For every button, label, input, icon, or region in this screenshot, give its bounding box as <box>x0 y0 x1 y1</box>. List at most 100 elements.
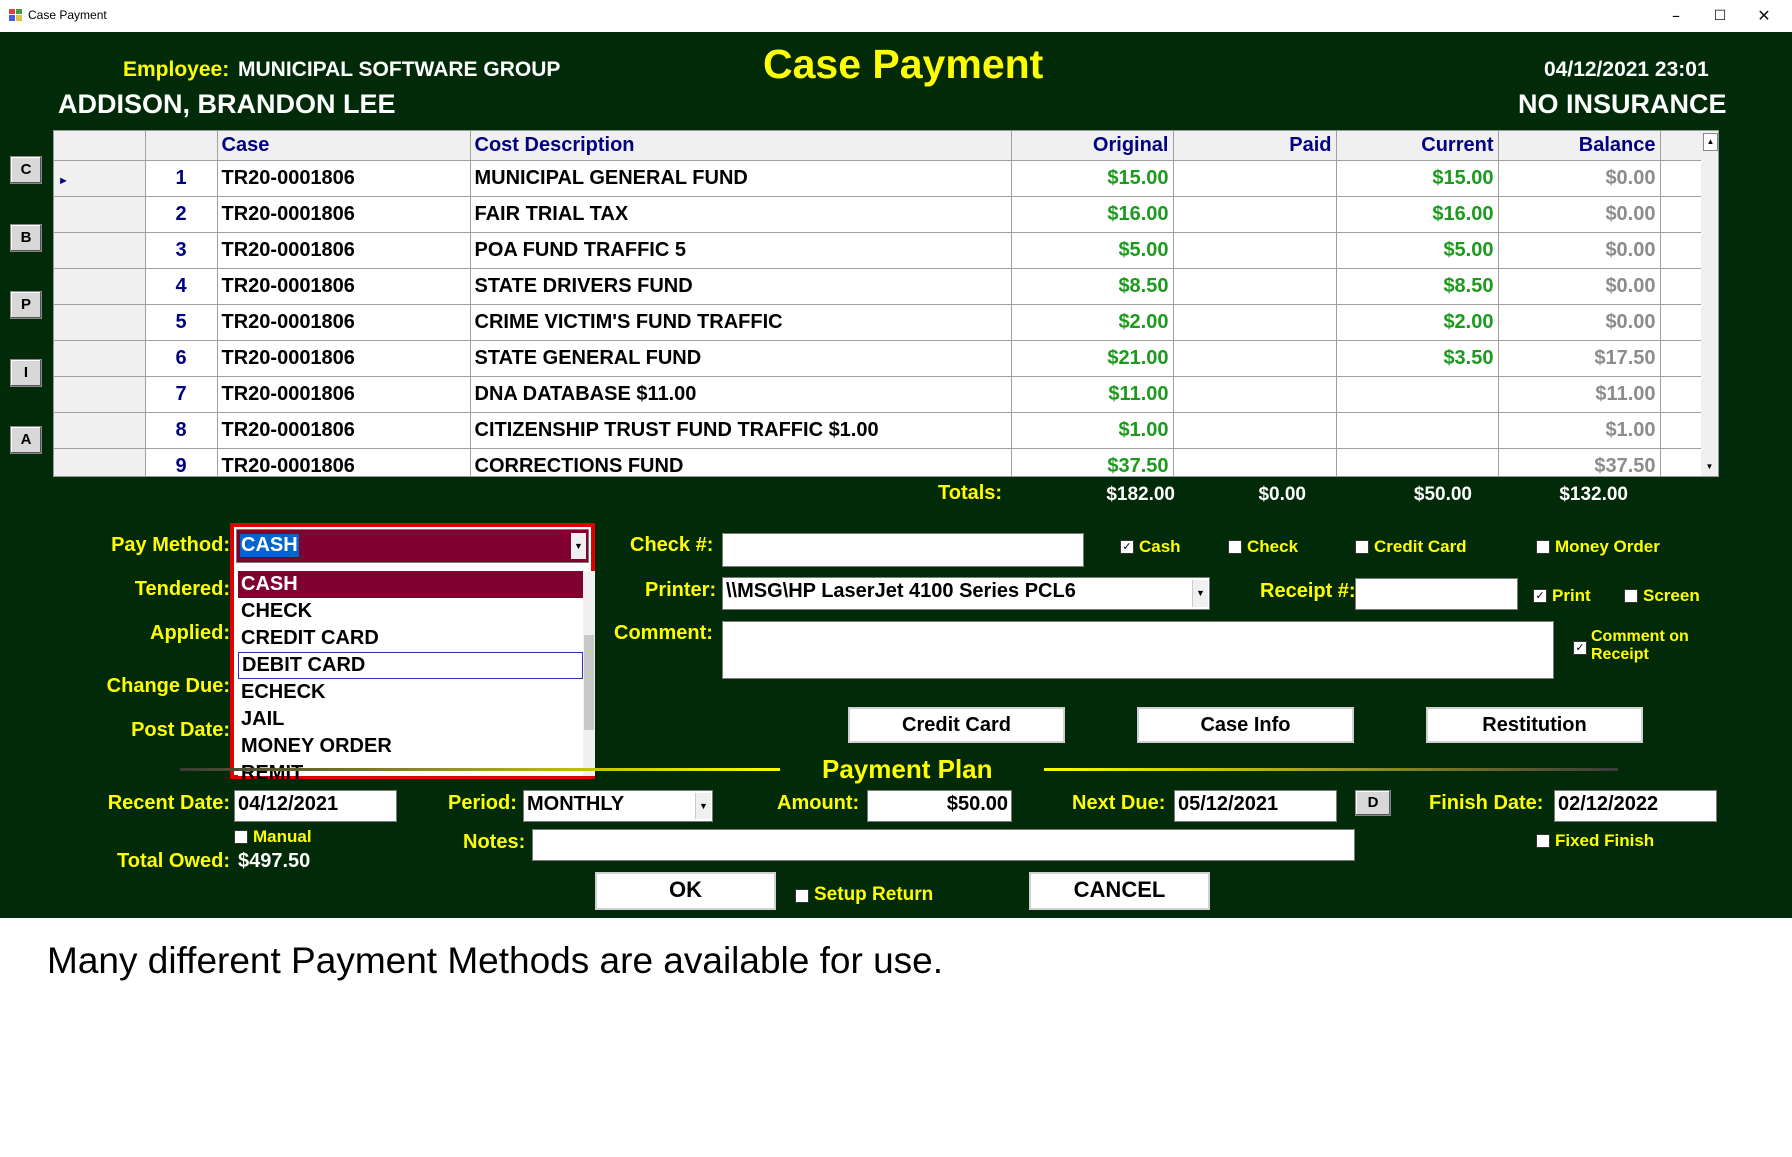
table-row[interactable]: 7 TR20-0001806 DNA DATABASE $11.00 $11.0… <box>54 376 1707 413</box>
col-header-description[interactable]: Cost Description <box>470 131 1012 161</box>
table-row[interactable]: 8 TR20-0001806 CITIZENSHIP TRUST FUND TR… <box>54 412 1707 449</box>
chevron-down-icon[interactable]: ▼ <box>571 533 586 559</box>
close-icon[interactable]: ✕ <box>1742 3 1786 29</box>
balance-cell: $0.00 <box>1498 232 1661 269</box>
pay-method-dropdown[interactable]: CASH ▼ CASH CHECK CREDIT CARD DEBIT CARD… <box>230 523 595 784</box>
credit-card-checkbox[interactable] <box>1355 540 1369 554</box>
d-button[interactable]: D <box>1355 790 1391 816</box>
ok-button[interactable]: OK <box>595 872 776 910</box>
option-cash[interactable]: CASH <box>238 571 583 598</box>
recent-date-label: Recent Date: <box>107 792 230 814</box>
col-header-current[interactable]: Current <box>1336 131 1499 161</box>
scroll-down-icon[interactable]: ▼ <box>1703 460 1716 474</box>
row-selector[interactable] <box>54 268 146 305</box>
scroll-up-icon[interactable]: ▲ <box>1703 133 1718 151</box>
notes-input[interactable] <box>532 829 1355 861</box>
cancel-button[interactable]: CANCEL <box>1029 872 1210 910</box>
paid-cell[interactable] <box>1173 412 1337 449</box>
row-selector[interactable] <box>54 412 146 449</box>
case-info-button[interactable]: Case Info <box>1137 707 1354 743</box>
row-number: 9 <box>145 448 218 476</box>
row-selector[interactable] <box>54 448 146 476</box>
person-name: ADDISON, BRANDON LEE <box>58 89 396 119</box>
col-header-original[interactable]: Original <box>1011 131 1174 161</box>
printer-select[interactable]: \\MSG\HP LaserJet 4100 Series PCL6 ▼ <box>722 577 1210 610</box>
print-checkbox[interactable]: ✓ <box>1533 589 1547 603</box>
money-order-checkbox[interactable] <box>1536 540 1550 554</box>
paid-cell[interactable] <box>1173 340 1337 377</box>
paid-cell[interactable] <box>1173 304 1337 341</box>
col-header-case[interactable]: Case <box>217 131 471 161</box>
receipt-number-input[interactable] <box>1355 578 1518 610</box>
period-select[interactable]: MONTHLY ▼ <box>523 790 713 822</box>
amount-input[interactable]: $50.00 <box>867 790 1012 822</box>
side-button-i[interactable]: I <box>10 359 42 387</box>
option-remit[interactable]: REMIT <box>238 760 583 787</box>
table-row[interactable]: 6 TR20-0001806 STATE GENERAL FUND $21.00… <box>54 340 1707 377</box>
current-cell: $16.00 <box>1336 196 1499 233</box>
comment-on-receipt-checkbox[interactable]: ✓ <box>1573 641 1587 655</box>
maximize-icon[interactable]: ☐ <box>1698 3 1742 29</box>
option-debit-card[interactable]: DEBIT CARD <box>238 652 583 679</box>
paid-cell[interactable] <box>1173 448 1337 476</box>
cash-checkbox[interactable]: ✓ <box>1120 540 1134 554</box>
pay-method-select[interactable]: CASH ▼ <box>236 529 589 563</box>
paid-cell[interactable] <box>1173 160 1337 197</box>
side-button-c[interactable]: C <box>10 156 42 184</box>
grid-scrollbar[interactable]: ▲ ▼ <box>1701 131 1718 476</box>
paid-cell[interactable] <box>1173 376 1337 413</box>
row-selector[interactable] <box>54 196 146 233</box>
comment-textarea[interactable] <box>722 621 1554 679</box>
table-row[interactable]: 4 TR20-0001806 STATE DRIVERS FUND $8.50 … <box>54 268 1707 305</box>
side-button-b[interactable]: B <box>10 224 42 252</box>
cost-grid[interactable]: Case Cost Description Original Paid Curr… <box>53 130 1719 477</box>
option-jail[interactable]: JAIL <box>238 706 583 733</box>
row-selector-current[interactable]: ► <box>54 160 146 197</box>
options-scroll-thumb[interactable] <box>584 635 594 730</box>
minimize-icon[interactable]: – <box>1654 3 1698 29</box>
option-echeck[interactable]: ECHECK <box>238 679 583 706</box>
option-money-order[interactable]: MONEY ORDER <box>238 733 583 760</box>
table-row[interactable]: ► 1 TR20-0001806 MUNICIPAL GENERAL FUND … <box>54 160 1707 197</box>
period-label: Period: <box>448 792 517 814</box>
description-cell: CORRECTIONS FUND <box>470 448 1012 476</box>
option-credit-card[interactable]: CREDIT CARD <box>238 625 583 652</box>
row-number: 3 <box>145 232 218 269</box>
table-row[interactable]: 9 TR20-0001806 CORRECTIONS FUND $37.50 $… <box>54 448 1707 476</box>
option-check[interactable]: CHECK <box>238 598 583 625</box>
options-scrollbar[interactable] <box>583 571 595 776</box>
side-button-p[interactable]: P <box>10 291 42 319</box>
row-selector[interactable] <box>54 376 146 413</box>
next-due-input[interactable]: 05/12/2021 <box>1174 790 1337 822</box>
restitution-button[interactable]: Restitution <box>1426 707 1643 743</box>
row-selector[interactable] <box>54 232 146 269</box>
paid-cell[interactable] <box>1173 232 1337 269</box>
paid-cell[interactable] <box>1173 268 1337 305</box>
row-selector[interactable] <box>54 304 146 341</box>
total-paid: $0.00 <box>1258 484 1306 505</box>
pay-method-selected-value: CASH <box>240 534 299 557</box>
table-row[interactable]: 3 TR20-0001806 POA FUND TRAFFIC 5 $5.00 … <box>54 232 1707 269</box>
finish-date-input[interactable]: 02/12/2022 <box>1554 790 1717 822</box>
table-row[interactable]: 5 TR20-0001806 CRIME VICTIM'S FUND TRAFF… <box>54 304 1707 341</box>
side-button-a[interactable]: A <box>10 426 42 454</box>
table-row[interactable]: 2 TR20-0001806 FAIR TRIAL TAX $16.00 $16… <box>54 196 1707 233</box>
pay-method-options-list[interactable]: CASH CHECK CREDIT CARD DEBIT CARD ECHECK… <box>238 571 583 784</box>
check-number-input[interactable] <box>722 533 1084 567</box>
screen-checkbox[interactable] <box>1624 589 1638 603</box>
col-header-balance[interactable]: Balance <box>1498 131 1661 161</box>
recent-date-input[interactable]: 04/12/2021 <box>234 790 397 822</box>
credit-card-button[interactable]: Credit Card <box>848 707 1065 743</box>
col-header-paid[interactable]: Paid <box>1173 131 1337 161</box>
chevron-down-icon[interactable]: ▼ <box>1192 580 1208 607</box>
chevron-down-icon[interactable]: ▼ <box>695 793 711 819</box>
cash-checkbox-label: Cash <box>1139 537 1181 556</box>
case-cell: TR20-0001806 <box>217 196 471 233</box>
fixed-finish-checkbox[interactable] <box>1536 834 1550 848</box>
col-header-number <box>145 131 218 161</box>
paid-cell[interactable] <box>1173 196 1337 233</box>
setup-return-checkbox[interactable] <box>795 889 809 903</box>
row-selector[interactable] <box>54 340 146 377</box>
check-checkbox[interactable] <box>1228 540 1242 554</box>
manual-checkbox[interactable] <box>234 830 248 844</box>
